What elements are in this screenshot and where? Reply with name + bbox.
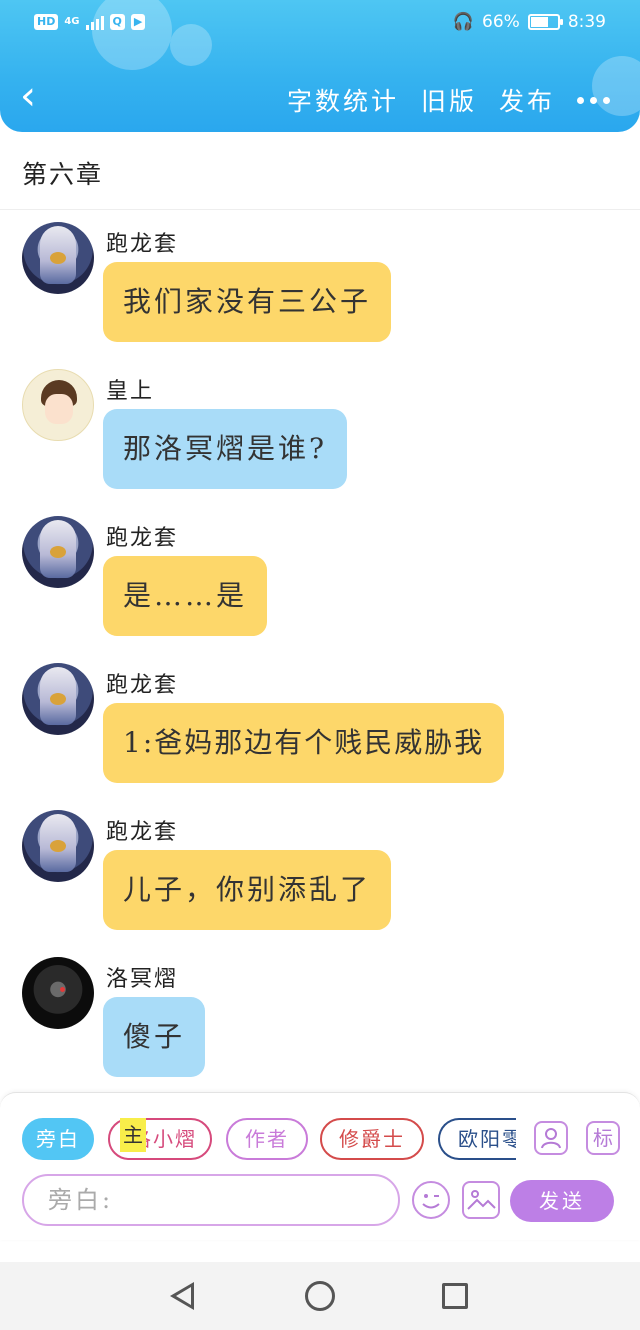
battery-icon [527, 14, 563, 30]
nav-recent-icon[interactable] [442, 1283, 468, 1309]
person-card-icon[interactable] [534, 1121, 568, 1155]
chapter-title[interactable]: 第六章 [22, 155, 103, 191]
divider [0, 209, 640, 210]
system-nav-bar [0, 1262, 640, 1330]
avatar[interactable] [22, 222, 94, 294]
message-bubble[interactable]: 我们家没有三公子 [103, 262, 392, 342]
avatar[interactable] [22, 516, 94, 588]
message-bubble[interactable]: 那洛冥熠是谁? [103, 409, 348, 489]
publish-button[interactable]: 发布 [499, 82, 555, 118]
message-input[interactable]: 旁白: [22, 1174, 400, 1226]
headphone-icon: 🎧 [452, 12, 475, 32]
message-bubble[interactable]: 是……是 [103, 556, 268, 636]
sender-name: 跑龙套 [106, 232, 179, 257]
top-header: HD 4G Q ▶ 🎧 66% 8:39 ‹ 字数统计 旧版 发布 [0, 0, 640, 132]
send-button[interactable]: 发送 [510, 1180, 614, 1222]
nav-home-icon[interactable] [305, 1281, 335, 1311]
sender-name: 跑龙套 [106, 820, 179, 845]
more-dots-icon[interactable] [577, 96, 610, 104]
message-bubble[interactable]: 傻子 [103, 997, 206, 1077]
battery-text: 66% [482, 12, 520, 32]
sender-name: 洛冥熠 [106, 967, 179, 992]
battery-level-fill [530, 17, 548, 27]
header-actions: 字数统计 旧版 发布 [287, 82, 610, 118]
old-version-button[interactable]: 旧版 [421, 82, 477, 118]
role-chip[interactable]: 欧阳零 [438, 1118, 516, 1160]
role-chip-narrator[interactable]: 旁白 [22, 1118, 94, 1160]
avatar[interactable] [22, 810, 94, 882]
sender-name: 跑龙套 [106, 673, 179, 698]
status-bar: HD 4G Q ▶ 🎧 66% 8:39 [0, 8, 640, 40]
avatar[interactable] [22, 369, 94, 441]
signal-icon [85, 14, 104, 30]
role-chip[interactable]: 修爵士 [320, 1118, 424, 1160]
network-label: 4G [64, 16, 80, 27]
avatar[interactable] [22, 663, 94, 735]
tag-button[interactable]: 标 [586, 1121, 620, 1155]
search-app-icon: Q [109, 14, 125, 30]
sender-name: 皇上 [106, 379, 155, 404]
hd-badge: HD [34, 14, 59, 30]
role-selector: 旁白 主 洛小熠 作者 修爵士 欧阳零 [22, 1118, 516, 1162]
image-icon[interactable] [462, 1181, 500, 1219]
main-role-tag: 主 [120, 1118, 146, 1152]
word-count-button[interactable]: 字数统计 [287, 82, 399, 118]
message-bubble[interactable]: 1:爸妈那边有个贱民威胁我 [103, 703, 505, 783]
nav-back-icon[interactable] [170, 1282, 194, 1310]
role-chip[interactable]: 作者 [226, 1118, 308, 1160]
clock: 8:39 [567, 12, 606, 32]
app-notification-icon: ▶ [130, 14, 146, 30]
sender-name: 跑龙套 [106, 526, 179, 551]
message-bubble[interactable]: 儿子，你别添乱了 [103, 850, 392, 930]
back-chevron-icon[interactable]: ‹ [20, 76, 50, 118]
emoji-icon[interactable] [412, 1181, 450, 1219]
avatar[interactable] [22, 957, 94, 1029]
